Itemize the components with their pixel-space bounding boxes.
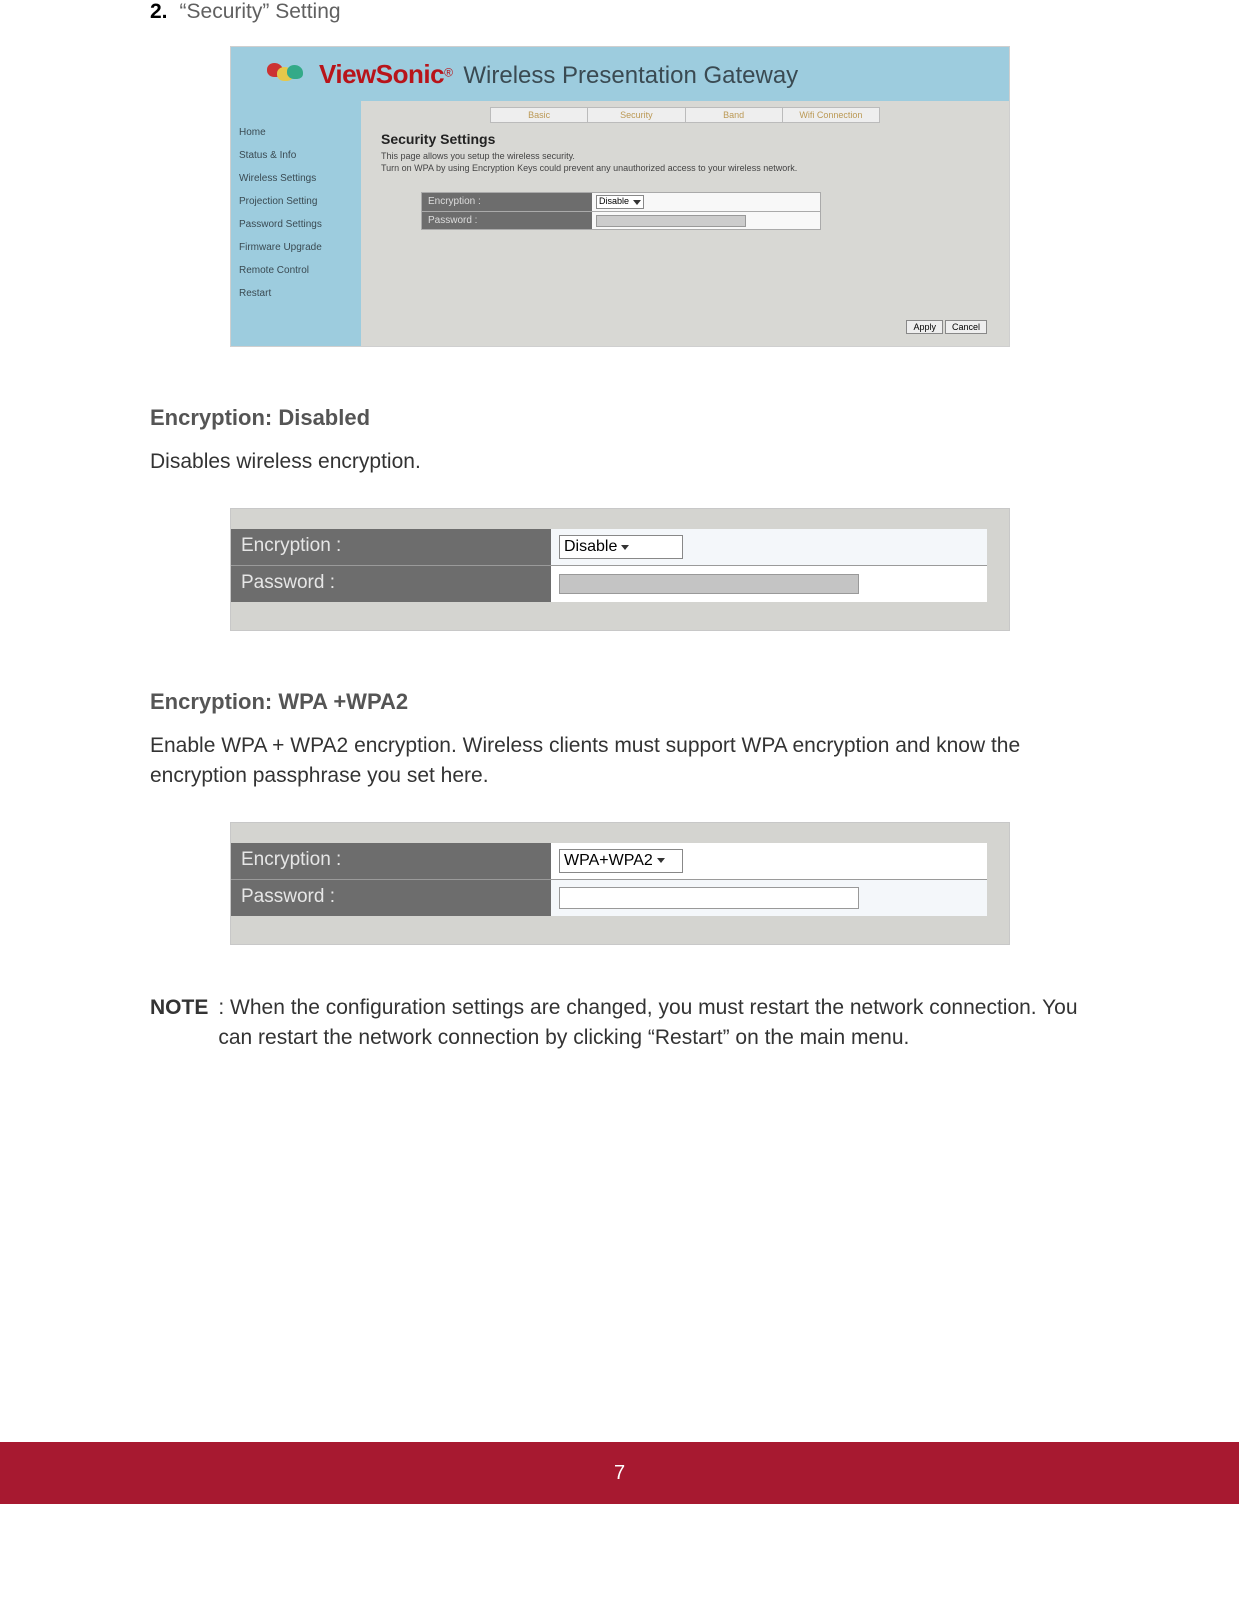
admin-sidebar: Home Status & Info Wireless Settings Pro… (231, 101, 361, 346)
sidebar-item-status[interactable]: Status & Info (239, 150, 355, 161)
sidebar-item-password[interactable]: Password Settings (239, 219, 355, 230)
encryption-select[interactable]: Disable (559, 535, 683, 559)
admin-desc-line2: Turn on WPA by using Encryption Keys cou… (381, 163, 797, 173)
password-input-disabled (559, 574, 859, 594)
sidebar-item-remote[interactable]: Remote Control (239, 265, 355, 276)
section2-heading: Encryption: WPA +WPA2 (150, 689, 1109, 715)
sidebar-item-projection[interactable]: Projection Setting (239, 196, 355, 207)
disabled-screenshot: Encryption : Disable Password : (230, 508, 1010, 631)
admin-title: Security Settings (381, 131, 989, 147)
admin-screenshot: ViewSonic® Wireless Presentation Gateway… (230, 46, 1010, 347)
admin-desc: This page allows you setup the wireless … (381, 151, 989, 174)
brand-tagline: Wireless Presentation Gateway (463, 62, 798, 89)
sidebar-item-restart[interactable]: Restart (239, 288, 355, 299)
brand-name: ViewSonic (319, 59, 444, 89)
step-heading: 2. “Security” Setting (150, 0, 1109, 24)
section2-para: Enable WPA + WPA2 encryption. Wireless c… (150, 731, 1109, 790)
apply-button[interactable]: Apply (906, 320, 943, 334)
chevron-down-icon (633, 200, 641, 205)
admin-main: Basic Security Band Wifi Connection Secu… (361, 101, 1009, 346)
note-label: NOTE (150, 993, 208, 1052)
sidebar-item-firmware[interactable]: Firmware Upgrade (239, 242, 355, 253)
note-text: : When the configuration settings are ch… (214, 993, 1109, 1052)
admin-desc-line1: This page allows you setup the wireless … (381, 151, 575, 161)
page-footer: 7 (0, 1442, 1239, 1504)
encryption-label: Encryption : (231, 843, 551, 879)
tab-band[interactable]: Band (686, 108, 783, 122)
encryption-value: Disable (564, 538, 617, 555)
password-input[interactable] (596, 215, 746, 227)
encryption-select[interactable]: WPA+WPA2 (559, 849, 683, 873)
step-title: “Security” Setting (180, 0, 341, 24)
password-label: Password : (422, 212, 592, 229)
tab-security[interactable]: Security (588, 108, 685, 122)
encryption-value: WPA+WPA2 (564, 852, 653, 869)
encryption-label: Encryption : (422, 193, 592, 211)
sidebar-item-wireless[interactable]: Wireless Settings (239, 173, 355, 184)
tab-basic[interactable]: Basic (491, 108, 588, 122)
admin-settings-table: Encryption : Disable Password : (421, 192, 821, 230)
password-input[interactable] (559, 887, 859, 909)
sidebar-item-home[interactable]: Home (239, 127, 355, 138)
encryption-label: Encryption : (231, 529, 551, 565)
encryption-select[interactable]: Disable (596, 195, 644, 209)
encryption-value: Disable (599, 196, 629, 206)
viewsonic-birds-icon (261, 57, 309, 91)
password-label: Password : (231, 566, 551, 602)
admin-header: ViewSonic® Wireless Presentation Gateway (231, 47, 1009, 101)
tab-wifi[interactable]: Wifi Connection (783, 108, 879, 122)
note-block: NOTE : When the configuration settings a… (150, 993, 1109, 1052)
cancel-button[interactable]: Cancel (945, 320, 987, 334)
chevron-down-icon (621, 545, 629, 550)
section1-para: Disables wireless encryption. (150, 447, 1109, 476)
password-label: Password : (231, 880, 551, 916)
registered-icon: ® (444, 65, 453, 79)
page-number: 7 (614, 1462, 625, 1484)
chevron-down-icon (657, 858, 665, 863)
section1-heading: Encryption: Disabled (150, 405, 1109, 431)
step-number: 2. (150, 0, 168, 24)
wpa-screenshot: Encryption : WPA+WPA2 Password : (230, 822, 1010, 945)
admin-tabs: Basic Security Band Wifi Connection (490, 107, 880, 123)
